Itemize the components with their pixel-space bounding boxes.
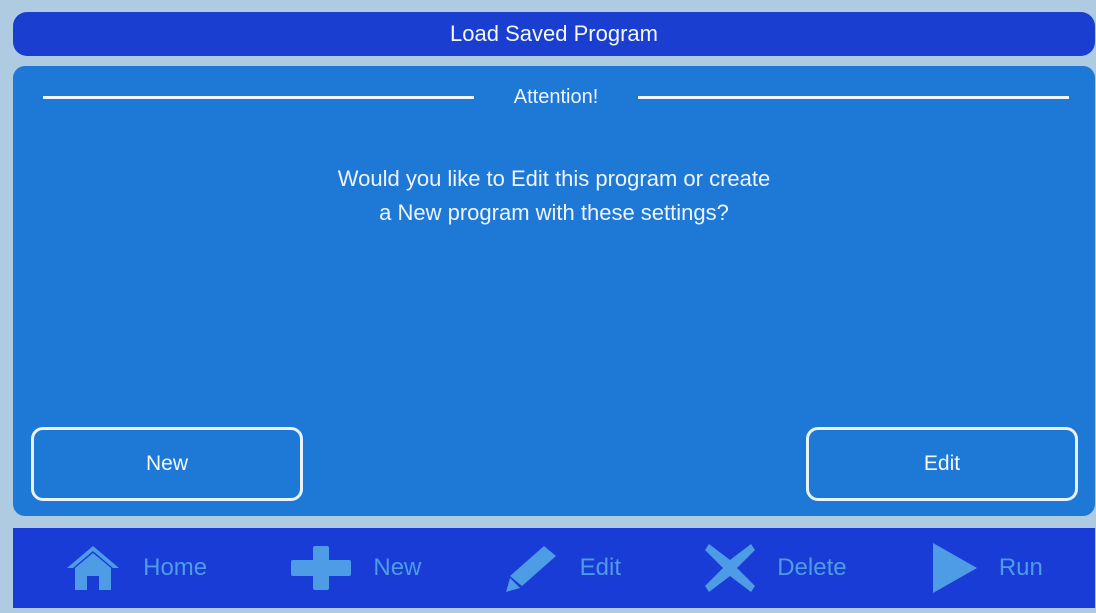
- page-title: Load Saved Program: [450, 21, 658, 46]
- toolbar-run-button[interactable]: Run: [931, 543, 1043, 593]
- toolbar-edit-button[interactable]: Edit: [505, 544, 621, 592]
- toolbar-home-label: Home: [143, 554, 208, 581]
- dialog-heading-text: Attention!: [513, 85, 599, 108]
- new-program-button[interactable]: New: [31, 427, 303, 501]
- toolbar-edit-label: Edit: [579, 554, 621, 581]
- dialog-heading: Attention!: [43, 80, 1070, 114]
- heading-divider-right: [638, 95, 1070, 99]
- toolbar-delete-label: Delete: [777, 554, 847, 581]
- toolbar-run-label: Run: [998, 554, 1043, 581]
- edit-program-button[interactable]: Edit: [806, 427, 1078, 501]
- x-icon: [705, 544, 756, 592]
- pencil-icon: [505, 546, 556, 592]
- toolbar-new-label: New: [373, 554, 422, 581]
- play-icon: [932, 543, 977, 593]
- bottom-toolbar: Home New Edit Delete Run: [13, 528, 1095, 608]
- title-bar: Load Saved Program: [13, 12, 1095, 56]
- plus-icon: [291, 546, 352, 590]
- attention-dialog: Attention! Would you like to Edit this p…: [13, 66, 1095, 516]
- screen: Load Saved Program Attention! Would you …: [0, 0, 1096, 613]
- dialog-message: Would you like to Edit this program or c…: [13, 162, 1095, 230]
- heading-divider-left: [43, 95, 474, 99]
- dialog-message-line-2: a New program with these settings?: [379, 200, 729, 225]
- toolbar-delete-button[interactable]: Delete: [705, 544, 847, 592]
- edit-program-button-label: Edit: [923, 452, 961, 475]
- toolbar-new-button[interactable]: New: [291, 546, 421, 590]
- toolbar-home-button[interactable]: Home: [65, 544, 207, 592]
- dialog-message-line-1: Would you like to Edit this program or c…: [337, 166, 771, 191]
- new-program-button-label: New: [145, 452, 188, 475]
- home-icon: [67, 546, 120, 590]
